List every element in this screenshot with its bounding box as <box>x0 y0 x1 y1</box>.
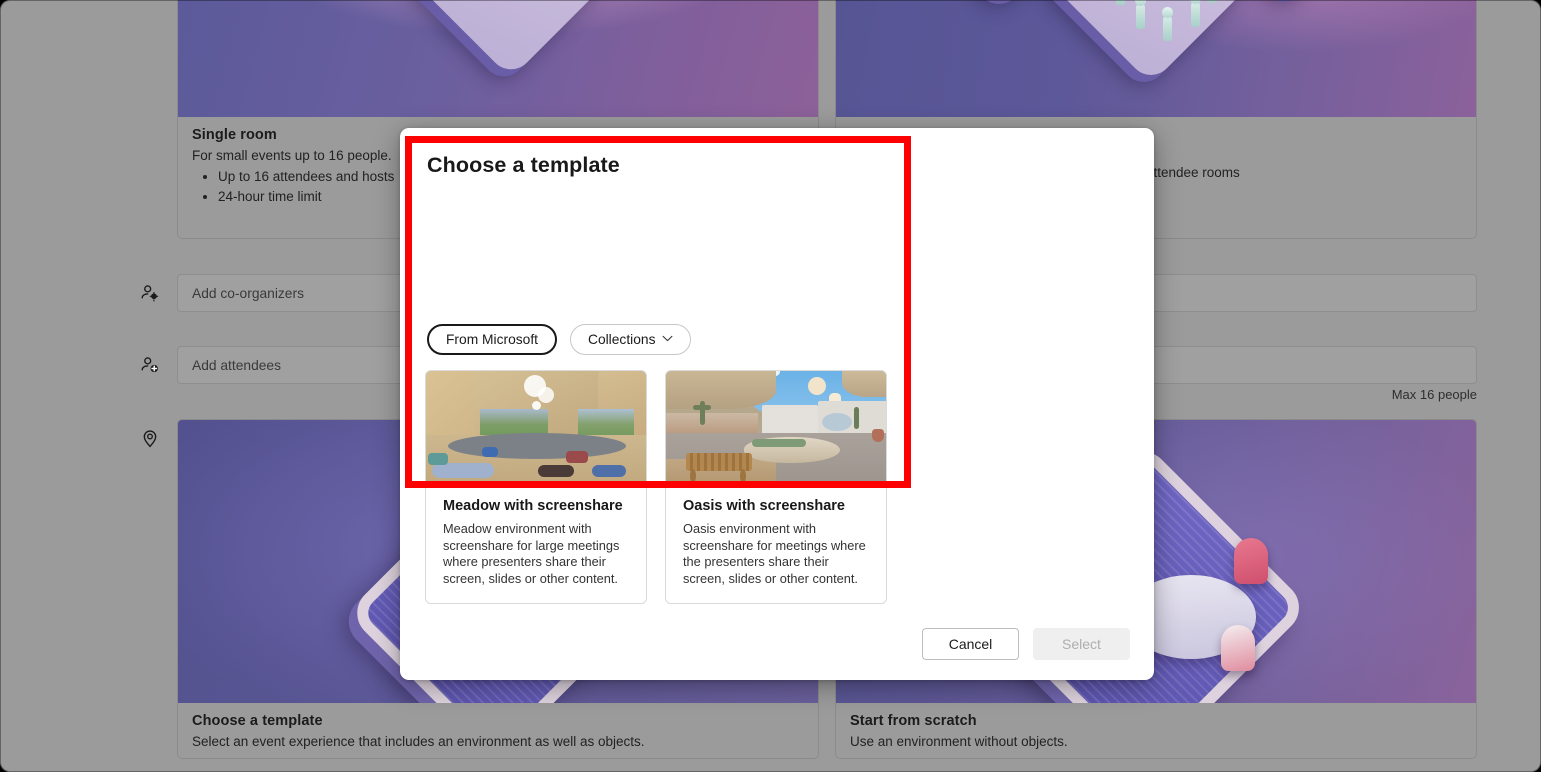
co-organizers-placeholder: Add co-organizers <box>192 286 304 301</box>
template-name: Meadow with screenshare <box>443 498 629 514</box>
dialog-title: Choose a template <box>427 153 620 178</box>
person-add-icon <box>139 354 161 376</box>
template-name: Oasis with screenshare <box>683 498 869 514</box>
attendees-placeholder: Add attendees <box>192 358 281 373</box>
room-card-attendee-rooms-label: attendee rooms <box>1146 165 1240 180</box>
dialog-footer: Cancel Select <box>922 628 1130 660</box>
template-card-meadow-text: Meadow with screenshare Meadow environme… <box>426 485 646 603</box>
max-people-helper: Max 16 people <box>1392 387 1477 402</box>
chevron-down-icon <box>662 335 673 345</box>
room-card-multiple-hero <box>836 0 1476 117</box>
oasis-environment-thumbnail <box>666 371 886 485</box>
filter-bar: From Microsoft Collections <box>427 324 691 355</box>
filter-collections[interactable]: Collections <box>570 324 691 355</box>
experience-card-scratch-body: Start from scratch Use an environment wi… <box>836 701 1476 758</box>
person-settings-icon <box>139 282 161 304</box>
template-card-oasis-text: Oasis with screenshare Oasis environment… <box>666 485 886 603</box>
room-card-single-hero <box>178 0 818 117</box>
filter-from-microsoft-label: From Microsoft <box>446 332 538 347</box>
experience-card-description: Select an event experience that includes… <box>192 734 804 749</box>
multiple-rooms-illustration <box>836 0 1476 117</box>
cancel-button[interactable]: Cancel <box>922 628 1019 660</box>
template-description: Oasis environment with screenshare for m… <box>683 521 869 587</box>
single-room-illustration <box>178 0 818 117</box>
filter-collections-label: Collections <box>588 332 655 347</box>
experience-card-title: Start from scratch <box>850 713 1462 729</box>
experience-card-template-body: Choose a template Select an event experi… <box>178 701 818 758</box>
choose-template-dialog[interactable]: Choose a template From Microsoft Collect… <box>400 128 1154 680</box>
location-pin-icon <box>139 427 161 449</box>
template-card-oasis[interactable]: Oasis with screenshare Oasis environment… <box>665 370 887 604</box>
meadow-environment-thumbnail <box>426 371 646 485</box>
filter-from-microsoft[interactable]: From Microsoft <box>427 324 557 355</box>
template-card-meadow[interactable]: Meadow with screenshare Meadow environme… <box>425 370 647 604</box>
experience-card-title: Choose a template <box>192 713 804 729</box>
select-button: Select <box>1033 628 1130 660</box>
dialog-content: Choose a template From Microsoft Collect… <box>400 128 1154 680</box>
template-grid: Meadow with screenshare Meadow environme… <box>425 370 887 604</box>
app-window: Single room For small events up to 16 pe… <box>0 0 1541 772</box>
experience-card-description: Use an environment without objects. <box>850 734 1462 749</box>
template-description: Meadow environment with screenshare for … <box>443 521 629 587</box>
